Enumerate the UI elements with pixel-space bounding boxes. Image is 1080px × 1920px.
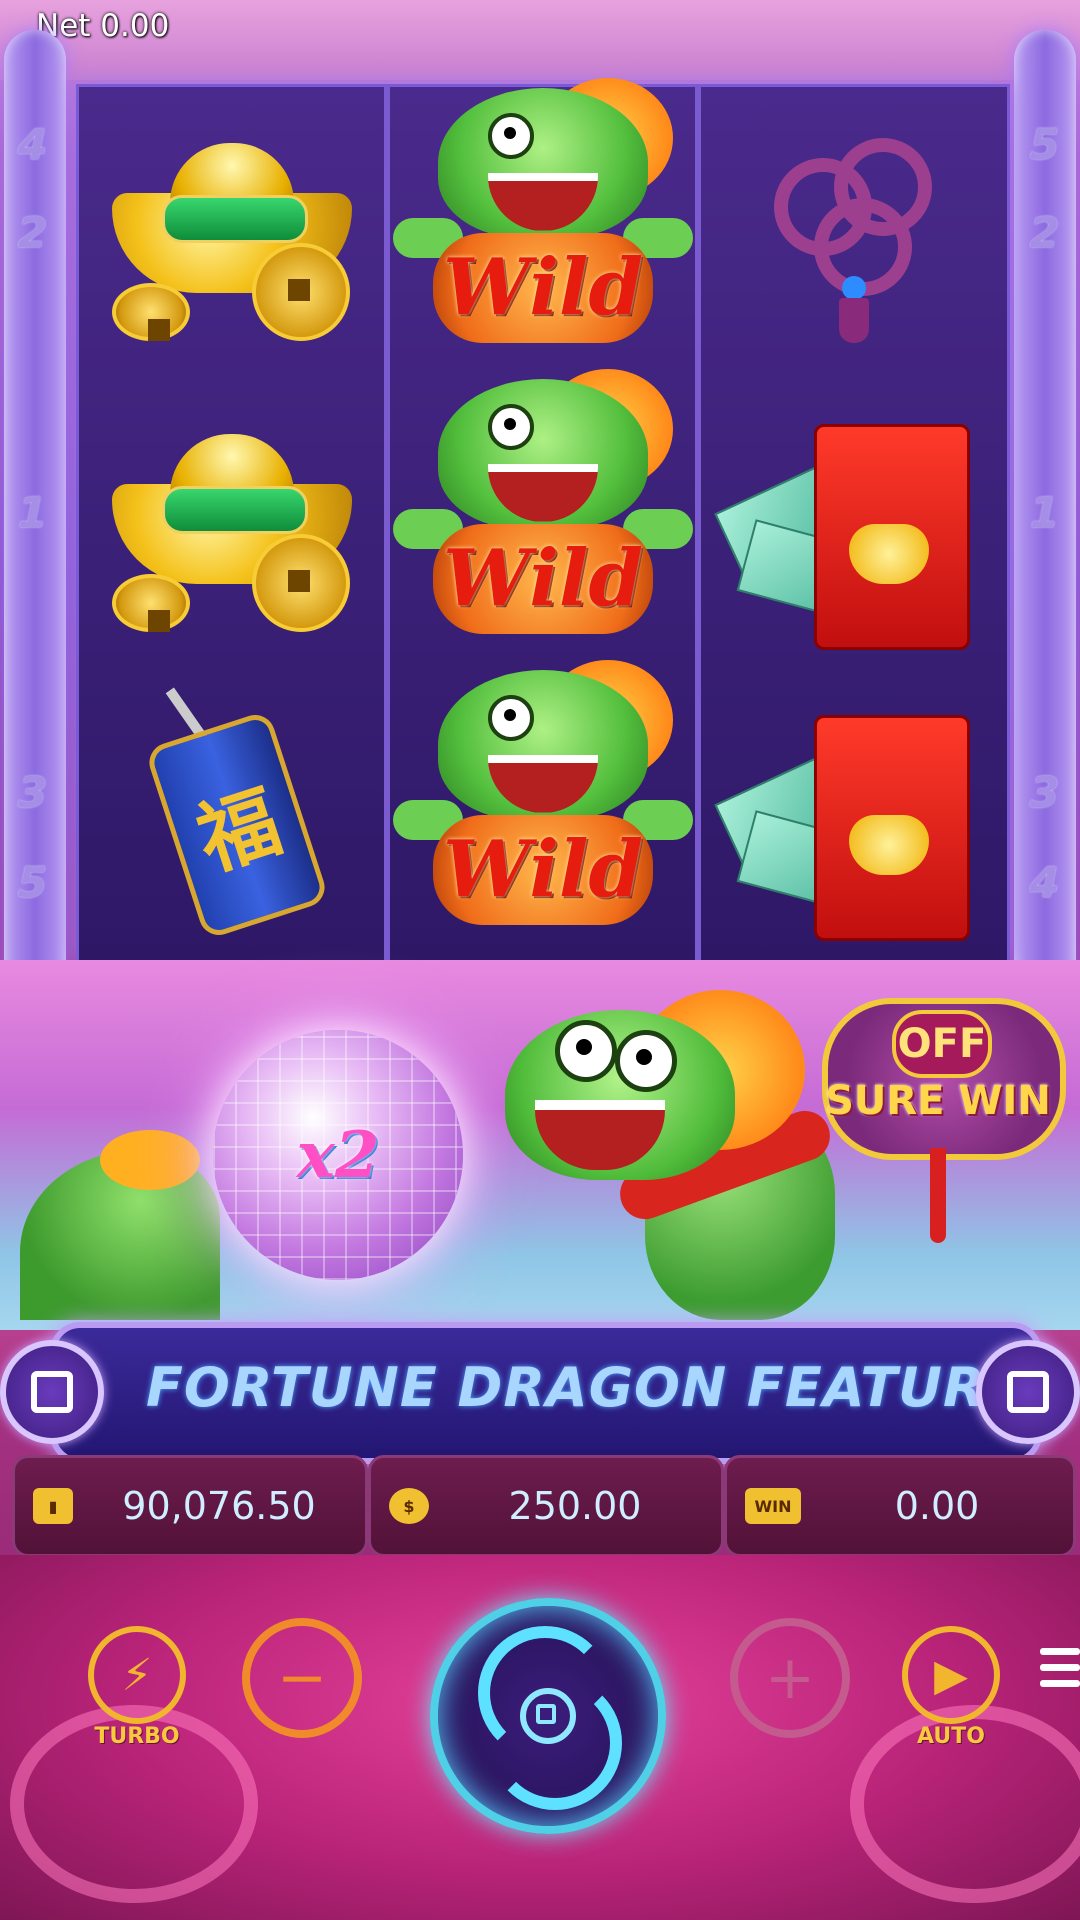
chinese-knot-icon bbox=[754, 118, 954, 348]
symbol-firecracker: 福 bbox=[79, 669, 385, 960]
line-number: 1 bbox=[18, 488, 48, 537]
multiplier-orb: x2 bbox=[213, 1030, 463, 1280]
gold-ingot-icon bbox=[102, 133, 362, 341]
plus-icon: + bbox=[764, 1643, 816, 1713]
spin-center-icon bbox=[520, 1688, 576, 1744]
balance-display: ▮ 90,076.50 bbox=[12, 1455, 368, 1557]
reel-3 bbox=[695, 87, 1007, 960]
ticker-left-button[interactable] bbox=[0, 1340, 104, 1444]
line-number: 2 bbox=[1030, 208, 1060, 257]
symbol-wild: Wild bbox=[390, 659, 696, 960]
menu-icon[interactable] bbox=[1040, 1648, 1080, 1692]
increase-bet-button[interactable]: + bbox=[730, 1618, 850, 1738]
lightning-icon: ⚡ bbox=[121, 1649, 153, 1701]
wild-dragon-icon: Wild bbox=[393, 77, 693, 378]
red-envelope-icon bbox=[714, 685, 984, 945]
wallet-icon: ▮ bbox=[33, 1488, 73, 1524]
reel-1: 福 bbox=[79, 87, 385, 960]
coin-stack-icon: $ bbox=[389, 1488, 429, 1524]
turbo-button[interactable]: ⚡ TURBO bbox=[88, 1626, 186, 1749]
wild-dragon-icon: Wild bbox=[393, 659, 693, 960]
win-icon: WIN bbox=[745, 1488, 801, 1524]
ticker-text: FORTUNE DRAGON FEATURE MAY BE RA bbox=[146, 1356, 1036, 1419]
symbol-wild: Wild bbox=[390, 368, 696, 669]
reel-grid: 福 Wild Wild Wild bbox=[76, 77, 1010, 963]
gold-ingot-icon bbox=[102, 424, 362, 632]
wild-label: Wild bbox=[433, 232, 653, 343]
line-number: 4 bbox=[18, 120, 48, 169]
wild-label: Wild bbox=[433, 523, 653, 634]
symbol-wild: Wild bbox=[390, 77, 696, 378]
red-envelope-icon bbox=[714, 394, 984, 654]
decrease-bet-button[interactable]: − bbox=[242, 1618, 362, 1738]
balance-value: 90,076.50 bbox=[122, 1484, 316, 1528]
symbol-gold-ingot bbox=[79, 87, 385, 378]
wild-label: Wild bbox=[433, 814, 653, 925]
firecracker-icon: 福 bbox=[132, 685, 332, 945]
bet-display[interactable]: $ 250.00 bbox=[368, 1455, 724, 1557]
win-display: WIN 0.00 bbox=[724, 1455, 1076, 1557]
line-number: 4 bbox=[1030, 858, 1060, 907]
symbol-red-envelope bbox=[701, 669, 1007, 960]
spin-button[interactable] bbox=[430, 1598, 666, 1834]
ticker-right-button[interactable] bbox=[976, 1340, 1080, 1444]
wild-dragon-icon: Wild bbox=[393, 368, 693, 669]
line-number: 3 bbox=[18, 768, 48, 817]
turbo-label: TURBO bbox=[94, 1724, 180, 1749]
symbol-chinese-knot bbox=[701, 87, 1007, 378]
reel-2: Wild Wild Wild bbox=[384, 77, 696, 960]
fortune-dragon-mascot bbox=[495, 990, 855, 1320]
autoplay-button[interactable]: ▶ AUTO bbox=[902, 1626, 1000, 1749]
line-number: 5 bbox=[18, 858, 48, 907]
symbol-gold-ingot bbox=[79, 378, 385, 669]
line-number: 1 bbox=[1030, 488, 1060, 537]
multiplier-label: x2 bbox=[296, 1117, 380, 1193]
info-ticker: FORTUNE DRAGON FEATURE MAY BE RA bbox=[50, 1322, 1042, 1464]
win-value: 0.00 bbox=[894, 1484, 980, 1528]
sure-win-label: SURE WIN bbox=[825, 1078, 1051, 1124]
sure-win-state: OFF bbox=[892, 1010, 992, 1078]
bet-value: 250.00 bbox=[508, 1484, 642, 1528]
minus-icon: − bbox=[276, 1643, 328, 1713]
line-number: 3 bbox=[1030, 768, 1060, 817]
symbol-red-envelope bbox=[701, 378, 1007, 669]
line-number: 5 bbox=[1030, 120, 1060, 169]
play-icon: ▶ bbox=[934, 1649, 968, 1701]
line-number: 2 bbox=[18, 208, 48, 257]
info-bar: ▮ 90,076.50 $ 250.00 WIN 0.00 bbox=[6, 1455, 1076, 1557]
auto-label: AUTO bbox=[917, 1724, 985, 1749]
sure-win-toggle[interactable]: OFF SURE WIN bbox=[822, 968, 1066, 1243]
